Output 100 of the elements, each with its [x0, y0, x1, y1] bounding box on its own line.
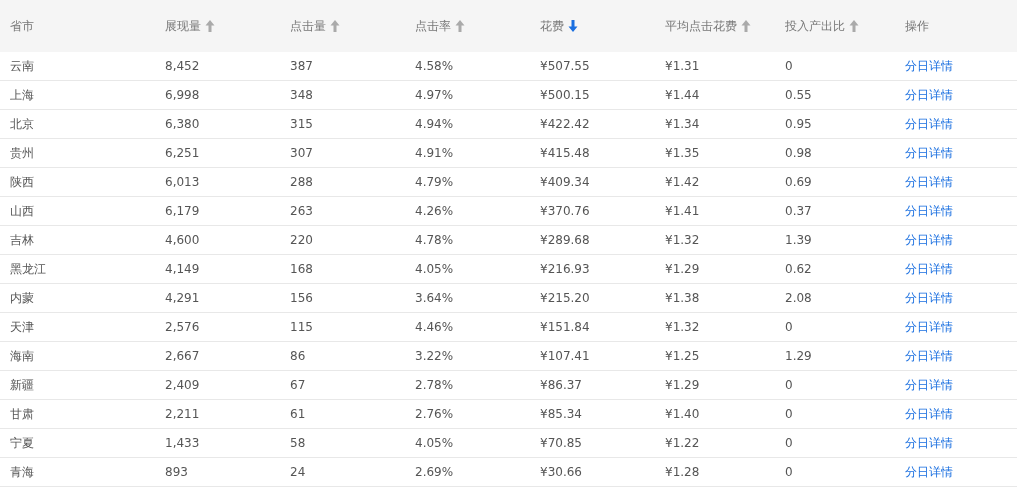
table-cell-text: ¥289.68 — [539, 233, 591, 247]
table-cell-text: 4.05% — [414, 436, 455, 450]
table-cell-text: 吉林 — [9, 231, 35, 249]
daily-details-link[interactable]: 分日详情 — [895, 144, 953, 162]
table-cell-text: ¥1.38 — [664, 291, 701, 305]
table-cell-text: ¥507.55 — [539, 59, 591, 73]
table-cell-text: 61 — [289, 407, 307, 421]
table-cell-text: 2,667 — [164, 349, 201, 363]
column-header: 省市 — [10, 17, 34, 35]
column-header: 操作 — [905, 17, 929, 35]
table-cell-text: 348 — [289, 88, 314, 102]
table-cell-text: 3.64% — [414, 291, 455, 305]
table-cell-text: ¥1.44 — [664, 88, 701, 102]
table-cell-text: 220 — [289, 233, 314, 247]
table-cell-text: ¥151.84 — [539, 320, 591, 334]
table-cell-text: ¥1.28 — [664, 465, 701, 479]
daily-details-link[interactable]: 分日详情 — [895, 57, 953, 75]
table-cell-text: ¥1.25 — [664, 349, 701, 363]
table-cell-text: ¥1.42 — [664, 175, 701, 189]
table-cell-text: ¥85.34 — [539, 407, 583, 421]
sort-up-icon[interactable] — [330, 20, 340, 32]
sort-up-icon[interactable] — [741, 20, 751, 32]
table-cell-text: 0.95 — [784, 117, 813, 131]
table-cell-text: ¥86.37 — [539, 378, 583, 392]
table-cell-text: 6,179 — [164, 204, 201, 218]
table-cell-text: 北京 — [9, 115, 35, 133]
table-cell-text: 115 — [289, 320, 314, 334]
daily-details-link[interactable]: 分日详情 — [895, 173, 953, 191]
table-cell-text: ¥107.41 — [539, 349, 591, 363]
table-cell-text: ¥370.76 — [539, 204, 591, 218]
table-cell-text: ¥215.20 — [539, 291, 591, 305]
table-cell-text: 58 — [289, 436, 307, 450]
sort-down-icon[interactable] — [568, 20, 578, 32]
daily-details-link[interactable]: 分日详情 — [895, 405, 953, 423]
table-cell-text: 4.79% — [414, 175, 455, 189]
table-cell-text: ¥70.85 — [539, 436, 583, 450]
table-cell-text: 86 — [289, 349, 307, 363]
table-cell-text: 2.78% — [414, 378, 455, 392]
column-header[interactable]: 投入产出比 — [785, 17, 845, 35]
table-cell-text: ¥500.15 — [539, 88, 591, 102]
table-cell-text: 8,452 — [164, 59, 201, 73]
table-cell-text: 168 — [289, 262, 314, 276]
table-cell-text: 0 — [784, 465, 794, 479]
column-header[interactable]: 点击量 — [290, 17, 326, 35]
table-cell-text: ¥1.34 — [664, 117, 701, 131]
table-cell-text: 315 — [289, 117, 314, 131]
table-cell-text: 156 — [289, 291, 314, 305]
daily-details-link[interactable]: 分日详情 — [895, 115, 953, 133]
table-cell-text: 2,409 — [164, 378, 201, 392]
daily-details-link[interactable]: 分日详情 — [895, 260, 953, 278]
daily-details-link[interactable]: 分日详情 — [895, 376, 953, 394]
table-cell-text: 1.39 — [784, 233, 813, 247]
table-cell-text: 4,291 — [164, 291, 201, 305]
daily-details-link[interactable]: 分日详情 — [895, 434, 953, 452]
sort-up-icon[interactable] — [849, 20, 859, 32]
daily-details-link[interactable]: 分日详情 — [895, 202, 953, 220]
table-cell-text: 2,211 — [164, 407, 201, 421]
table-cell-text: 263 — [289, 204, 314, 218]
table-cell-text: ¥409.34 — [539, 175, 591, 189]
table-cell-text: 陕西 — [9, 173, 35, 191]
column-header[interactable]: 平均点击花费 — [665, 17, 737, 35]
table-cell-text: 0 — [784, 378, 794, 392]
sort-up-icon[interactable] — [455, 20, 465, 32]
daily-details-link[interactable]: 分日详情 — [895, 318, 953, 336]
table-cell-text: 0.37 — [784, 204, 813, 218]
table-cell-text: 288 — [289, 175, 314, 189]
sort-up-icon[interactable] — [205, 20, 215, 32]
table-cell-text: 青海 — [9, 463, 35, 481]
table-cell-text: ¥1.41 — [664, 204, 701, 218]
table-cell-text: 307 — [289, 146, 314, 160]
table-cell-text: 2.76% — [414, 407, 455, 421]
column-header[interactable]: 点击率 — [415, 17, 451, 35]
column-header[interactable]: 展现量 — [165, 17, 201, 35]
table-cell-text: 387 — [289, 59, 314, 73]
table-cell-text: 云南 — [9, 57, 35, 75]
table-cell-text: ¥1.32 — [664, 233, 701, 247]
table-cell-text: 4.97% — [414, 88, 455, 102]
daily-details-link[interactable]: 分日详情 — [895, 289, 953, 307]
daily-details-link[interactable]: 分日详情 — [895, 86, 953, 104]
table-cell-text: ¥216.93 — [539, 262, 591, 276]
daily-details-link[interactable]: 分日详情 — [895, 347, 953, 365]
daily-details-link[interactable]: 分日详情 — [895, 231, 953, 249]
table-cell-text: 0 — [784, 320, 794, 334]
table-cell-text: 甘肃 — [9, 405, 35, 423]
table-cell-text: 3.22% — [414, 349, 455, 363]
table-cell-text: 24 — [289, 465, 307, 479]
table-cell-text: ¥1.35 — [664, 146, 701, 160]
table-cell-text: 6,380 — [164, 117, 201, 131]
table-cell-text: 0 — [784, 59, 794, 73]
column-header[interactable]: 花费 — [540, 17, 564, 35]
table-cell-text: 4.05% — [414, 262, 455, 276]
table-cell-text: 6,251 — [164, 146, 201, 160]
table-cell-text: 黑龙江 — [9, 260, 47, 278]
daily-details-link[interactable]: 分日详情 — [895, 463, 953, 481]
table-cell-text: 山西 — [9, 202, 35, 220]
table-cell-text: 0.98 — [784, 146, 813, 160]
table-cell-text: 宁夏 — [9, 434, 35, 452]
table-cell-text: 4.58% — [414, 59, 455, 73]
table-cell-text: 893 — [164, 465, 189, 479]
table-cell-text: 4.94% — [414, 117, 455, 131]
